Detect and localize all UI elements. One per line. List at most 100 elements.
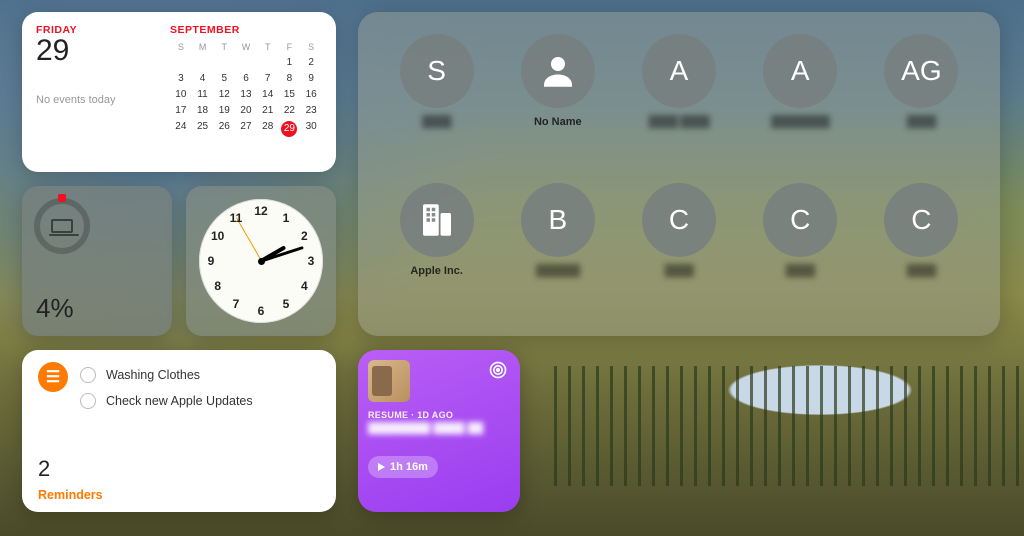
contact-name: ████ bbox=[664, 265, 693, 277]
calendar-cell[interactable]: 2 bbox=[300, 54, 322, 70]
calendar-right: SEPTEMBER SMTWTFS12345678910111213141516… bbox=[170, 24, 322, 162]
calendar-cell[interactable] bbox=[235, 54, 257, 70]
clock-center bbox=[258, 258, 265, 265]
calendar-dow: F bbox=[279, 40, 301, 54]
contact-name: Apple Inc. bbox=[410, 265, 463, 277]
reminder-text: Check new Apple Updates bbox=[106, 394, 253, 408]
laptop-icon bbox=[51, 219, 73, 233]
calendar-cell[interactable]: 20 bbox=[235, 102, 257, 118]
calendar-dow: W bbox=[235, 40, 257, 54]
calendar-cell[interactable]: 23 bbox=[300, 102, 322, 118]
calendar-cell[interactable]: 16 bbox=[300, 86, 322, 102]
calendar-cell[interactable]: 24 bbox=[170, 118, 192, 139]
podcast-meta: RESUME · 1D AGO bbox=[368, 410, 510, 420]
clock-number: 6 bbox=[258, 304, 265, 318]
calendar-cell[interactable]: 17 bbox=[170, 102, 192, 118]
calendar-cell[interactable] bbox=[170, 54, 192, 70]
clock-face: 121234567891011 bbox=[199, 199, 323, 323]
reminders-widget[interactable]: ☰ Washing Clothes Check new Apple Updates… bbox=[22, 350, 336, 512]
calendar-cell[interactable]: 12 bbox=[213, 86, 235, 102]
calendar-cell[interactable] bbox=[257, 54, 279, 70]
calendar-dow: S bbox=[170, 40, 192, 54]
calendar-cell[interactable]: 28 bbox=[257, 118, 279, 139]
contact-avatar bbox=[521, 34, 595, 108]
contact-avatar: C bbox=[884, 183, 958, 257]
contact-name: ████ bbox=[907, 265, 936, 277]
calendar-cell[interactable]: 29 bbox=[279, 118, 301, 139]
clock-number: 12 bbox=[254, 204, 267, 218]
calendar-cell[interactable] bbox=[213, 54, 235, 70]
calendar-events-text: No events today bbox=[36, 94, 156, 106]
calendar-cell[interactable]: 1 bbox=[279, 54, 301, 70]
calendar-cell[interactable]: 5 bbox=[213, 70, 235, 86]
contact-name: No Name bbox=[534, 116, 582, 128]
contact-cell[interactable]: A ████████ bbox=[746, 34, 855, 173]
contact-cell[interactable]: Apple Inc. bbox=[382, 183, 491, 322]
reminder-item[interactable]: Check new Apple Updates bbox=[80, 388, 320, 414]
contact-cell[interactable]: A████ ████ bbox=[624, 34, 733, 173]
clock-widget[interactable]: 121234567891011 bbox=[186, 186, 336, 336]
calendar-widget[interactable]: FRIDAY 29 No events today SEPTEMBER SMTW… bbox=[22, 12, 336, 172]
calendar-cell[interactable]: 25 bbox=[192, 118, 214, 139]
podcast-artwork bbox=[368, 360, 410, 402]
calendar-cell[interactable]: 7 bbox=[257, 70, 279, 86]
contact-name: ████ bbox=[786, 265, 815, 277]
battery-widget[interactable]: 4% bbox=[22, 186, 172, 336]
reminder-radio[interactable] bbox=[80, 393, 96, 409]
contact-name: ████ ████ bbox=[649, 116, 710, 128]
contact-name: ████ bbox=[422, 116, 451, 128]
battery-low-indicator bbox=[58, 194, 66, 202]
calendar-cell[interactable]: 21 bbox=[257, 102, 279, 118]
reminders-items: Washing Clothes Check new Apple Updates bbox=[80, 362, 320, 414]
calendar-cell[interactable]: 27 bbox=[235, 118, 257, 139]
calendar-cell[interactable]: 19 bbox=[213, 102, 235, 118]
contact-cell[interactable]: C████ bbox=[624, 183, 733, 322]
calendar-cell[interactable]: 30 bbox=[300, 118, 322, 139]
calendar-cell[interactable]: 26 bbox=[213, 118, 235, 139]
contact-name: ████ bbox=[907, 116, 936, 128]
calendar-cell[interactable] bbox=[192, 54, 214, 70]
podcast-title: ████████ ████ ██ bbox=[368, 422, 510, 448]
calendar-cell[interactable]: 3 bbox=[170, 70, 192, 86]
contact-avatar: A bbox=[763, 34, 837, 108]
contact-name: ████████ bbox=[771, 116, 829, 128]
contact-cell[interactable]: B██████ bbox=[503, 183, 612, 322]
reminders-icon: ☰ bbox=[38, 362, 68, 392]
calendar-dow: T bbox=[257, 40, 279, 54]
clock-number: 1 bbox=[283, 211, 290, 225]
calendar-cell[interactable]: 22 bbox=[279, 102, 301, 118]
calendar-grid: SMTWTFS123456789101112131415161718192021… bbox=[170, 40, 322, 139]
podcast-play-pill[interactable]: 1h 16m bbox=[368, 456, 438, 478]
calendar-cell[interactable]: 10 bbox=[170, 86, 192, 102]
calendar-cell[interactable]: 13 bbox=[235, 86, 257, 102]
clock-number: 11 bbox=[230, 211, 243, 225]
contact-avatar: S bbox=[400, 34, 474, 108]
clock-number: 2 bbox=[301, 229, 308, 243]
clock-number: 3 bbox=[308, 254, 315, 268]
battery-ring bbox=[34, 198, 90, 254]
reminder-radio[interactable] bbox=[80, 367, 96, 383]
calendar-dow: S bbox=[300, 40, 322, 54]
calendar-cell[interactable]: 15 bbox=[279, 86, 301, 102]
contact-cell[interactable]: AG████ bbox=[867, 34, 976, 173]
contact-cell[interactable]: No Name bbox=[503, 34, 612, 173]
contact-name: ██████ bbox=[536, 265, 580, 277]
contact-cell[interactable]: C ████ bbox=[867, 183, 976, 322]
clock-number: 4 bbox=[301, 279, 308, 293]
calendar-cell[interactable]: 4 bbox=[192, 70, 214, 86]
contact-cell[interactable]: C████ bbox=[746, 183, 855, 322]
reminder-item[interactable]: Washing Clothes bbox=[80, 362, 320, 388]
podcast-widget[interactable]: RESUME · 1D AGO ████████ ████ ██ 1h 16m bbox=[358, 350, 520, 512]
calendar-cell[interactable]: 11 bbox=[192, 86, 214, 102]
calendar-cell[interactable]: 9 bbox=[300, 70, 322, 86]
clock-number: 8 bbox=[214, 279, 221, 293]
calendar-month: SEPTEMBER bbox=[170, 24, 322, 36]
calendar-cell[interactable]: 6 bbox=[235, 70, 257, 86]
calendar-cell[interactable]: 18 bbox=[192, 102, 214, 118]
calendar-day-number: 29 bbox=[36, 34, 156, 68]
contact-cell[interactable]: S ████ bbox=[382, 34, 491, 173]
calendar-cell[interactable]: 8 bbox=[279, 70, 301, 86]
contacts-widget[interactable]: S████No NameA████ ████A████████AG████App… bbox=[358, 12, 1000, 336]
clock-number: 5 bbox=[283, 297, 290, 311]
calendar-cell[interactable]: 14 bbox=[257, 86, 279, 102]
